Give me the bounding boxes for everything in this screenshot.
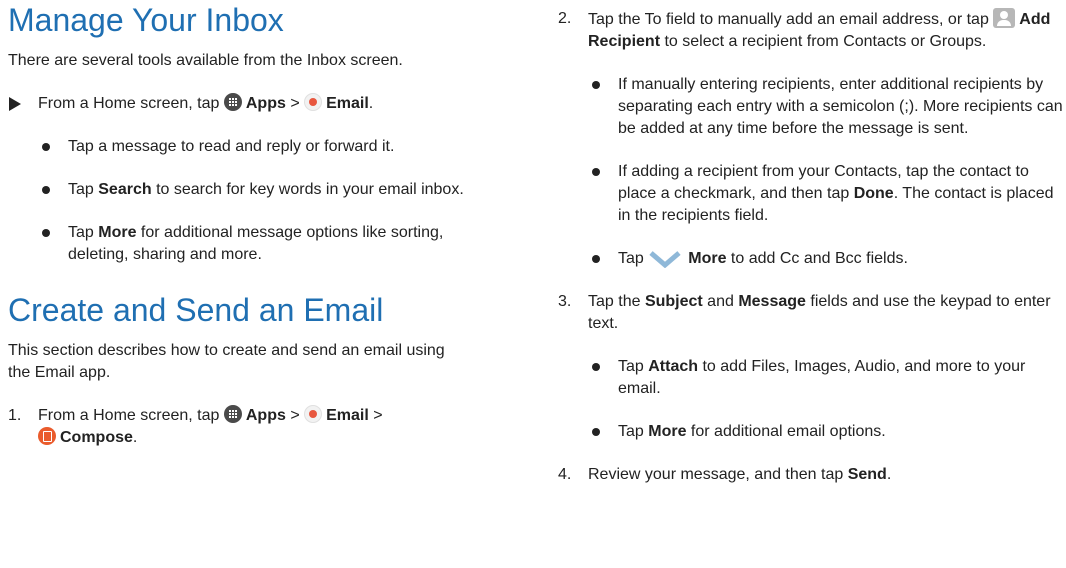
- period: .: [886, 466, 892, 483]
- instruction-text: From a Home screen, tap: [38, 95, 220, 112]
- apps-label: Apps: [245, 95, 286, 112]
- bullet-text-pre: Tap: [618, 250, 644, 267]
- compose-label: Compose: [60, 429, 133, 446]
- email-label: Email: [326, 95, 369, 112]
- more-label: More: [98, 224, 137, 241]
- bullet-text-pre: Tap: [68, 181, 99, 198]
- step-text-pre: Tap the: [588, 293, 645, 310]
- step-3: 3. Tap the Subject and Message fields an…: [558, 291, 1058, 335]
- instruction-open-email: From a Home screen, tap Apps > Email.: [8, 93, 508, 115]
- person-icon: [993, 8, 1016, 28]
- step-1: 1. From a Home screen, tap Apps > Email …: [8, 405, 518, 449]
- list-item: Tap More for additional email options.: [588, 421, 1058, 443]
- more-label: More: [648, 423, 687, 440]
- bullet-text-post: to search for key words in your email in…: [151, 181, 464, 198]
- bullet-text-post: to add Cc and Bcc fields.: [726, 250, 908, 267]
- section-heading-manage-inbox: Manage Your Inbox: [8, 2, 284, 38]
- compose-icon: [38, 427, 56, 445]
- search-label: Search: [98, 181, 152, 198]
- send-label: Send: [847, 466, 887, 483]
- step-text-mid: and: [702, 293, 739, 310]
- bullet-text: If manually entering recipients, enter a…: [618, 76, 1063, 137]
- period: .: [132, 429, 138, 446]
- step-number: 4.: [558, 466, 572, 483]
- intro-paragraph-inbox: There are several tools available from t…: [8, 52, 403, 69]
- list-item: If manually entering recipients, enter a…: [588, 74, 1066, 140]
- separator-arrow: >: [290, 407, 300, 424]
- right-column: 2. Tap the To field to manually add an e…: [558, 0, 1063, 486]
- left-column: Manage Your Inbox There are several tool…: [8, 0, 508, 449]
- subject-label: Subject: [644, 293, 703, 310]
- step-text: From a Home screen, tap: [38, 407, 220, 424]
- step-text-pre: Tap the To field to manually add an emai…: [588, 11, 989, 28]
- bullet-text-pre: Tap: [618, 423, 649, 440]
- list-item: Tap More for additional message options …: [38, 222, 508, 266]
- list-item: Tap a message to read and reply or forwa…: [38, 136, 508, 158]
- list-item: Tap Attach to add Files, Images, Audio, …: [588, 356, 1058, 400]
- separator-arrow: >: [373, 407, 383, 424]
- email-app-icon: [304, 93, 323, 111]
- attach-label: Attach: [648, 358, 699, 375]
- step-number: 2.: [558, 10, 572, 27]
- list-item: Tap More to add Cc and Bcc fields.: [588, 248, 1058, 270]
- message-label: Message: [738, 293, 806, 310]
- bullet-text-pre: Tap: [68, 224, 99, 241]
- apps-grid-icon: [223, 93, 242, 111]
- step-4: 4. Review your message, and then tap Sen…: [558, 464, 1058, 486]
- email-app-icon: [304, 405, 323, 423]
- step-text-pre: Review your message, and then tap: [588, 466, 848, 483]
- step-number: 1.: [8, 407, 22, 424]
- email-label: Email: [326, 407, 369, 424]
- step-number: 3.: [558, 293, 572, 310]
- bullet-text-pre: Tap: [618, 358, 649, 375]
- section-heading-create-send: Create and Send an Email: [8, 292, 384, 328]
- step-text-post: to select a recipient from Contacts or G…: [660, 33, 987, 50]
- chevron-down-icon-svg: [649, 251, 681, 269]
- period: .: [368, 95, 374, 112]
- more-label: More: [688, 250, 727, 267]
- bullet-text-post: for additional email options.: [686, 423, 886, 440]
- chevron-down-icon: [648, 250, 682, 269]
- bullet-text: Tap a message to read and reply or forwa…: [68, 138, 395, 155]
- intro-paragraph-create: This section describes how to create and…: [8, 342, 445, 381]
- list-item: Tap Search to search for key words in yo…: [38, 179, 508, 201]
- step-2: 2. Tap the To field to manually add an e…: [558, 8, 1066, 53]
- done-label: Done: [853, 185, 894, 202]
- apps-grid-icon: [223, 405, 242, 423]
- list-item: If adding a recipient from your Contacts…: [588, 161, 1058, 227]
- separator-arrow: >: [290, 95, 300, 112]
- apps-label: Apps: [245, 407, 286, 424]
